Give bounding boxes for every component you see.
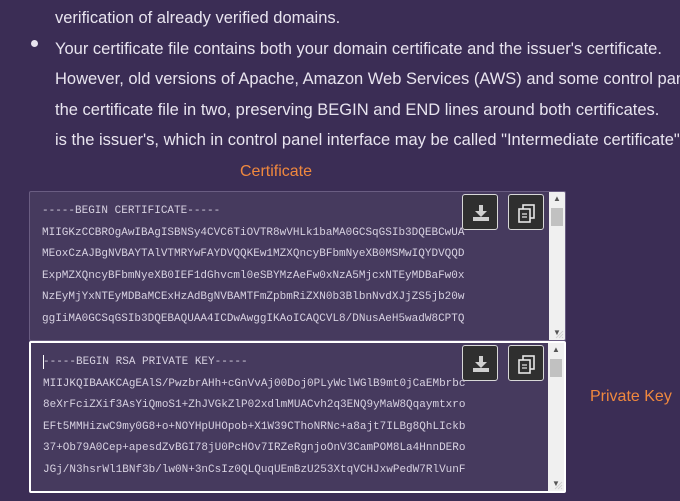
certificate-textarea[interactable]: -----BEGIN CERTIFICATE----- MIIGKzCCBROg…: [29, 191, 566, 341]
instruction-line: Your certificate file contains both your…: [55, 40, 662, 58]
scroll-up-arrow-icon[interactable]: ▲: [549, 192, 565, 206]
certificate-line: ggIiMA0GCSqGSIb3DQEBAQUAA4ICDwAwggIKAoIC…: [42, 312, 465, 325]
download-certificate-button[interactable]: [462, 194, 498, 230]
scrollbar-thumb[interactable]: [550, 359, 562, 377]
download-private-key-button[interactable]: [462, 345, 498, 381]
private-key-line: 8eXrFciZXif3AsYiQmoS1+ZhJVGkZlP02xdlmMUA…: [43, 399, 466, 411]
resize-grip-icon[interactable]: [554, 329, 564, 339]
private-key-scrollbar[interactable]: ▲ ▼: [548, 343, 564, 491]
copy-icon: [518, 204, 535, 223]
certificate-label: Certificate: [240, 163, 313, 180]
copy-certificate-button[interactable]: [508, 194, 544, 230]
private-key-content: -----BEGIN RSA PRIVATE KEY----- MIIJKQIB…: [43, 352, 465, 481]
certificate-scrollbar[interactable]: ▲ ▼: [549, 192, 565, 340]
private-key-textarea[interactable]: -----BEGIN RSA PRIVATE KEY----- MIIJKQIB…: [29, 341, 566, 493]
certificate-content: -----BEGIN CERTIFICATE----- MIIGKzCCBROg…: [42, 201, 464, 330]
copy-icon: [518, 355, 535, 374]
instruction-line: verification of already verified domains…: [55, 9, 341, 27]
certificate-line: -----BEGIN CERTIFICATE-----: [42, 205, 221, 217]
private-key-line: JGj/N3hsrWl1BNf3b/lw0N+3nCsIz0QLQuqUEmBz…: [43, 463, 466, 476]
instruction-line: However, old versions of Apache, Amazon …: [55, 70, 680, 88]
bullet-marker: [31, 40, 38, 47]
private-key-line: EFt5MMHizwC9my0G8+o+NOYHpUHOpob+X1W39CTh…: [43, 420, 466, 433]
scrollbar-thumb[interactable]: [551, 208, 563, 226]
resize-grip-icon[interactable]: [553, 480, 563, 490]
instruction-line: the certificate file in two, preserving …: [55, 101, 660, 119]
certificate-line: MIIGKzCCBROgAwIBAgISBNSy4CVC6TiOVTR8wVHL…: [42, 226, 465, 239]
download-icon: [473, 356, 489, 372]
copy-private-key-button[interactable]: [508, 345, 544, 381]
certificate-line: NzEyMjYxNTEyMDBaMCExHzAdBgNVBAMTFmZpbmRi…: [42, 291, 465, 303]
instruction-line: is the issuer's, which in control panel …: [55, 131, 680, 149]
certificate-line: MEoxCzAJBgNVBAYTAlVTMRYwFAYDVQQKEw1MZXQn…: [42, 248, 465, 260]
private-key-line: 37+Ob79A0Cep+apesdZvBGI78jU0PcHOv7IRZeRg…: [43, 442, 466, 454]
private-key-line: -----BEGIN RSA PRIVATE KEY-----: [43, 356, 248, 368]
download-icon: [473, 205, 489, 221]
certificate-line: ExpMZXQncyBFbmNyeXB0IEF1dGhvcml0eSBYMzAe…: [42, 269, 465, 282]
private-key-label: Private Key: [590, 388, 672, 405]
private-key-line: MIIJKQIBAAKCAgEAlS/PwzbrAHh+cGnVvAj00Doj…: [43, 377, 466, 390]
scroll-up-arrow-icon[interactable]: ▲: [548, 343, 564, 357]
